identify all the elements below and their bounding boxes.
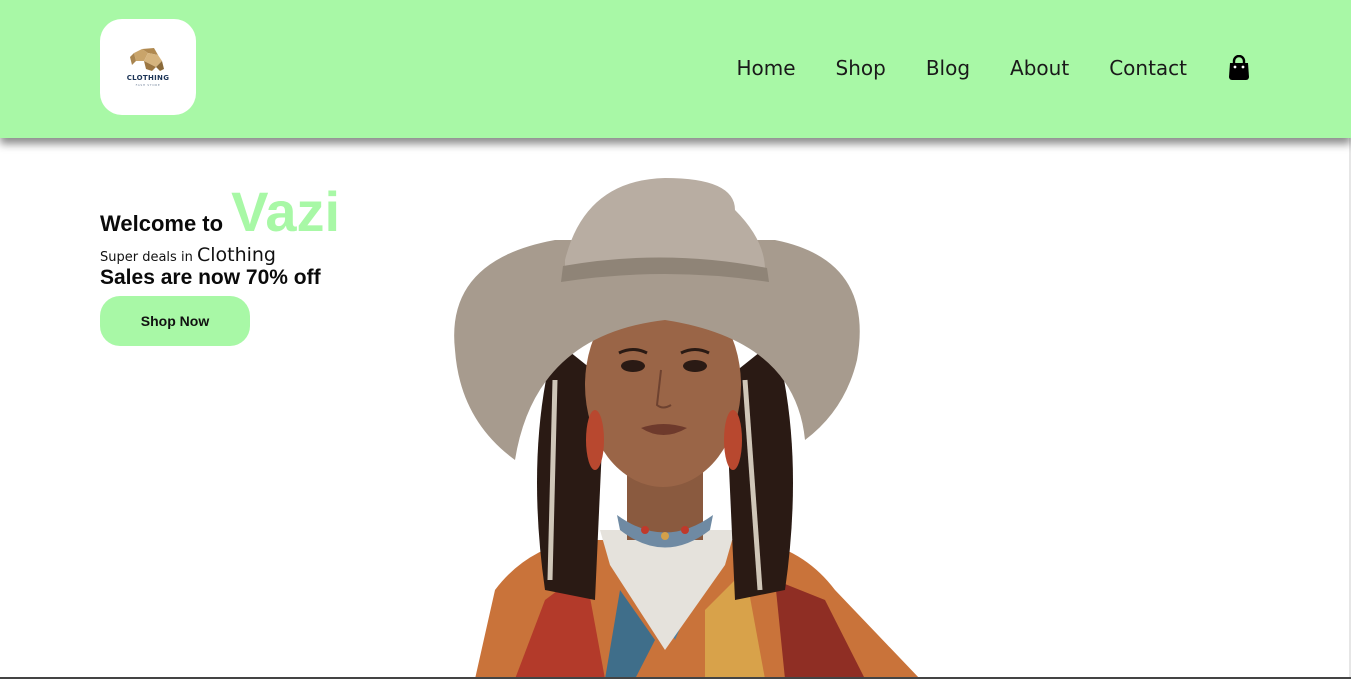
deals-line: Super deals in Clothing: [100, 244, 340, 266]
logo-title: CLOTHING: [126, 74, 170, 82]
nav-about[interactable]: About: [1010, 56, 1069, 80]
nav-blog[interactable]: Blog: [926, 56, 970, 80]
welcome-text: Welcome to: [100, 211, 224, 236]
logo-subtitle: FASH STORE: [135, 83, 161, 87]
logo[interactable]: CLOTHING FASH STORE: [100, 19, 196, 115]
nav-home[interactable]: Home: [736, 56, 795, 80]
shop-now-button[interactable]: Shop Now: [100, 296, 250, 346]
nav-shop[interactable]: Shop: [836, 56, 886, 80]
deals-prefix: Super deals in: [100, 250, 193, 265]
brand-name: Vazi: [231, 180, 341, 243]
nav-contact[interactable]: Contact: [1109, 56, 1187, 80]
deals-category: Clothing: [196, 244, 276, 266]
main-nav: Home Shop Blog About Contact: [736, 50, 1251, 86]
welcome-heading: Welcome to Vazi: [100, 180, 341, 243]
sale-text: Sales are now 70% off: [100, 266, 321, 289]
hero-text: Welcome to Vazi Super deals in Clothing …: [100, 180, 341, 346]
site-header: CLOTHING FASH STORE Home Shop Blog About…: [0, 0, 1351, 138]
elephant-logo-icon: [130, 48, 164, 71]
hero-model-image: [454, 178, 920, 679]
shopping-bag-icon[interactable]: [1227, 55, 1251, 81]
